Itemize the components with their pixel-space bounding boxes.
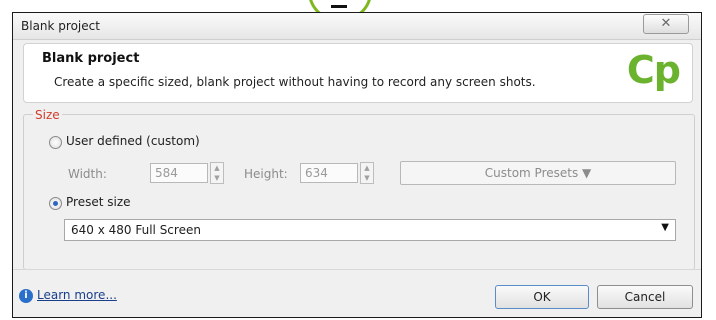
stepper-down-icon[interactable]: ▼ [361,173,373,183]
header-title: Blank project [42,51,140,66]
window-title: Blank project [21,19,100,33]
ok-button[interactable]: OK [495,285,589,309]
height-label: Height: [244,167,288,181]
blank-project-dialog: Blank project ✕ Blank project Create a s… [12,12,702,318]
height-stepper[interactable]: ▲ ▼ [360,162,374,184]
width-input[interactable]: 584 [150,163,208,183]
user-defined-radio[interactable] [49,136,62,149]
preset-size-select[interactable]: 640 x 480 Full Screen ▼ [64,219,676,241]
width-label: Width: [68,167,107,181]
size-legend: Size [33,108,62,122]
preset-size-radio[interactable] [49,197,62,210]
user-defined-label: User defined (custom) [66,134,200,148]
callout-mark [331,5,347,8]
header-description: Create a specific sized, blank project w… [54,75,536,89]
stepper-down-icon[interactable]: ▼ [211,173,223,183]
preset-size-value: 640 x 480 Full Screen [71,223,201,237]
preset-size-label: Preset size [66,195,131,209]
chevron-down-icon: ▼ [661,222,669,233]
captivate-logo: Cp [626,48,681,92]
title-bar: Blank project ✕ [13,13,701,40]
info-icon: i [19,289,33,303]
close-icon: ✕ [660,16,672,31]
stepper-up-icon[interactable]: ▲ [211,163,223,173]
learn-more-link[interactable]: Learn more... [37,288,117,302]
height-input[interactable]: 634 [300,163,358,183]
footer-divider [13,269,701,270]
cancel-button[interactable]: Cancel [597,285,693,309]
size-group: Size User defined (custom) Width: 584 ▲ … [23,108,695,270]
width-stepper[interactable]: ▲ ▼ [210,162,224,184]
custom-presets-button[interactable]: Custom Presets ▼ [400,161,676,185]
dialog-header: Blank project Create a specific sized, b… [23,43,693,103]
close-button[interactable]: ✕ [643,14,689,34]
stepper-up-icon[interactable]: ▲ [361,163,373,173]
